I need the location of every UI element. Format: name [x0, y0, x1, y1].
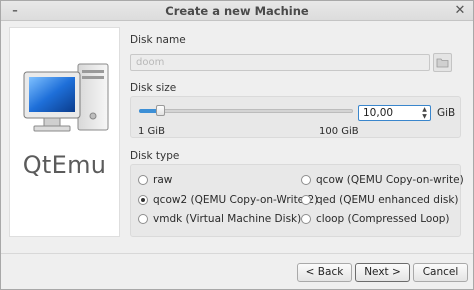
radio-vmdk[interactable]	[138, 214, 148, 224]
close-icon[interactable]: ✕	[453, 4, 467, 18]
computer-tower-icon	[23, 63, 109, 132]
radio-label: qcow2 (QEMU Copy-on-Write 2)	[153, 194, 319, 206]
disk-size-spinbox[interactable]: 10,00 ▲ ▼	[358, 105, 431, 121]
radio-qcow2[interactable]	[138, 195, 148, 205]
footer-divider	[1, 253, 473, 254]
spin-arrows-icon[interactable]: ▲ ▼	[420, 106, 429, 120]
cancel-button[interactable]: Cancel	[413, 263, 468, 282]
disk-size-slider-handle[interactable]	[156, 105, 166, 116]
radio-label: raw	[153, 174, 173, 186]
brand-name: QtEmu	[22, 151, 107, 179]
radio-raw[interactable]	[138, 175, 148, 185]
radio-label: qcow (QEMU Copy-on-write)	[316, 174, 464, 186]
title-bar[interactable]: – Create a new Machine ✕	[1, 1, 473, 21]
brand-panel: QtEmu	[9, 27, 120, 237]
disk-size-unit: GiB	[437, 107, 456, 119]
disk-type-label: Disk type	[130, 150, 180, 162]
browse-folder-button[interactable]	[433, 53, 452, 72]
disk-size-slider-track[interactable]	[139, 109, 353, 113]
radio-label: cloop (Compressed Loop)	[316, 213, 450, 225]
radio-qed[interactable]	[301, 195, 311, 205]
disk-size-label: Disk size	[130, 82, 177, 94]
radio-label: vmdk (Virtual Machine Disk)	[153, 213, 302, 225]
create-machine-dialog: – Create a new Machine ✕ QtEmu Disk name…	[0, 0, 474, 290]
disk-name-input[interactable]: doom	[130, 54, 430, 71]
radio-qcow[interactable]	[301, 175, 311, 185]
window-title: Create a new Machine	[165, 4, 309, 18]
disk-size-value: 10,00	[363, 107, 394, 119]
disk-size-min-label: 1 GiB	[138, 126, 165, 137]
radio-label: qed (QEMU enhanced disk)	[316, 194, 459, 206]
disk-name-label: Disk name	[130, 34, 186, 46]
radio-cloop[interactable]	[301, 214, 311, 224]
disk-size-max-label: 100 GiB	[319, 126, 359, 137]
back-button[interactable]: < Back	[297, 263, 352, 282]
folder-icon	[436, 58, 449, 68]
next-button[interactable]: Next >	[355, 263, 410, 282]
